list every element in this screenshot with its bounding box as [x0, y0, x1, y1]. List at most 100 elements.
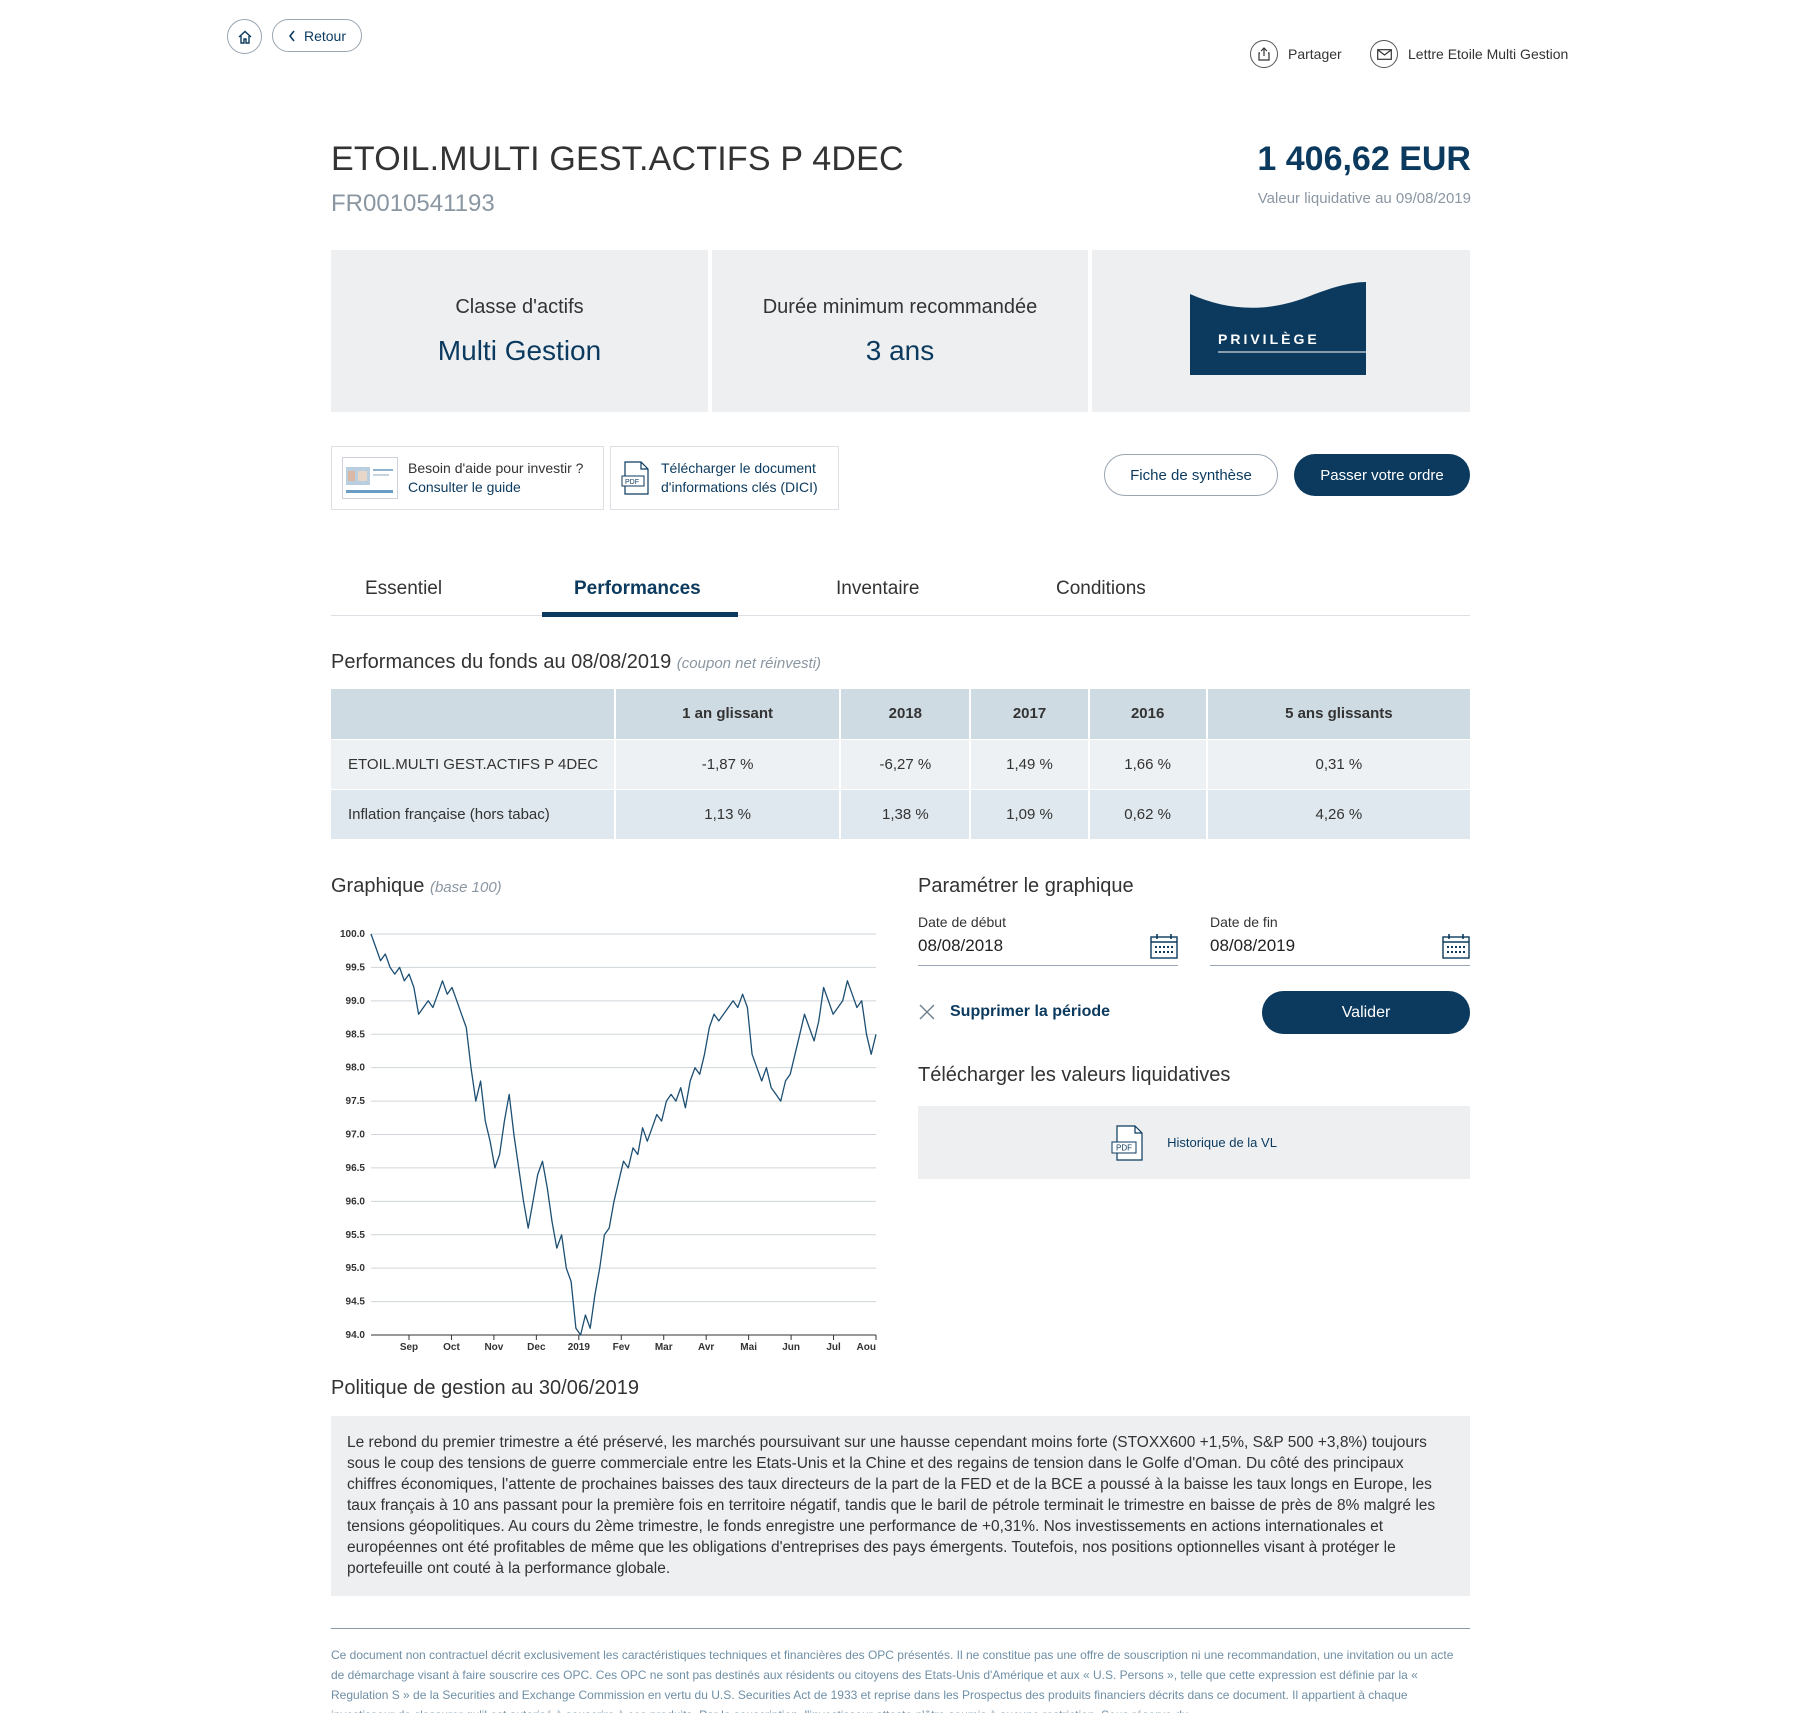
- table-header-empty: [331, 689, 616, 739]
- table-header: 2016: [1088, 689, 1208, 739]
- x-tick-label: Sep: [400, 1342, 418, 1353]
- calendar-icon[interactable]: [1442, 933, 1470, 959]
- chevron-left-icon: [288, 30, 295, 41]
- x-tick-label: Nov: [484, 1342, 503, 1353]
- end-date-field[interactable]: 08/08/2019: [1210, 926, 1470, 966]
- performance-title: Performances du fonds au 08/08/2019 (cou…: [331, 651, 821, 674]
- share-icon: [1250, 40, 1278, 68]
- asset-class-label: Classe d'actifs: [455, 295, 584, 318]
- policy-text-box: Le rebond du premier trimestre a été pré…: [331, 1416, 1470, 1596]
- table-header: 5 ans glissants: [1206, 689, 1470, 739]
- y-tick-label: 100.0: [340, 929, 365, 940]
- share-label: Partager: [1288, 46, 1342, 62]
- mail-icon: [1370, 40, 1398, 68]
- y-tick-label: 95.0: [346, 1263, 366, 1274]
- start-date-value: 08/08/2018: [918, 935, 1004, 955]
- start-date-field[interactable]: 08/08/2018: [918, 926, 1178, 966]
- home-button[interactable]: [227, 19, 262, 54]
- table-cell: 1,13 %: [615, 788, 842, 839]
- tab-essentiel[interactable]: Essentiel: [365, 578, 442, 600]
- privilege-badge: PRIVILÈGE: [1190, 282, 1366, 375]
- newsletter-link[interactable]: Lettre Etoile Multi Gestion: [1370, 40, 1568, 68]
- place-order-button[interactable]: Passer votre ordre: [1294, 454, 1470, 496]
- newsletter-label: Lettre Etoile Multi Gestion: [1408, 46, 1569, 62]
- tab-bar: Essentiel Performances Inventaire Condit…: [331, 560, 1470, 617]
- performance-title-text: Performances du fonds au 08/08/2019: [331, 651, 672, 673]
- validate-button[interactable]: Valider: [1262, 991, 1470, 1034]
- svg-text:PDF: PDF: [1116, 1143, 1132, 1152]
- table-cell: 4,26 %: [1206, 788, 1470, 839]
- table-row: ETOIL.MULTI GEST.ACTIFS P 4DEC -1,87 % -…: [331, 738, 1470, 789]
- duration-value: 3 ans: [865, 334, 935, 366]
- fund-price: 1 406,62 EUR: [1257, 140, 1471, 178]
- performance-chart: 100.0 99.5 99.0 98.5 98.0 97.5 97.0 96.5 96.0 95.…: [340, 929, 877, 1353]
- y-tick-label: 97.0: [346, 1130, 366, 1141]
- legal-disclaimer: Ce document non contractuel décrit exclu…: [331, 1648, 1454, 1713]
- nav-history-link[interactable]: Historique de la VL: [1167, 1135, 1277, 1150]
- back-label: Retour: [303, 27, 347, 44]
- price-date: Valeur liquidative au 09/08/2019: [1257, 190, 1471, 207]
- table-cell: 1,09 %: [970, 788, 1090, 839]
- asset-class-box: Classe d'actifs Multi Gestion: [331, 250, 708, 412]
- chart-subtitle: (base 100): [429, 879, 502, 896]
- synthesis-sheet-button[interactable]: Fiche de synthèse: [1104, 454, 1278, 496]
- share-link[interactable]: Partager: [1250, 40, 1342, 68]
- x-tick-label: Aou: [857, 1342, 876, 1353]
- back-button[interactable]: Retour: [272, 19, 362, 52]
- table-cell: -6,27 %: [840, 738, 972, 789]
- x-tick-label: Mai: [740, 1342, 757, 1353]
- footer-divider: [331, 1628, 1470, 1629]
- table-row: Inflation française (hors tabac) 1,13 % …: [331, 788, 1470, 839]
- y-tick-label: 94.0: [346, 1330, 366, 1341]
- svg-text:PDF: PDF: [625, 479, 639, 486]
- y-tick-label: 97.5: [346, 1096, 366, 1107]
- y-tick-label: 99.5: [346, 962, 366, 973]
- remove-period-button[interactable]: Supprimer la période: [918, 1003, 1110, 1021]
- y-tick-label: 96.5: [346, 1163, 366, 1174]
- table-cell: -1,87 %: [615, 738, 842, 789]
- pdf-icon: PDF: [621, 461, 649, 495]
- pdf-icon: PDF: [1111, 1124, 1143, 1161]
- close-icon: [919, 1004, 935, 1020]
- tab-performances[interactable]: Performances: [574, 578, 701, 600]
- table-cell: 0,62 %: [1088, 788, 1208, 839]
- nav-history-download[interactable]: PDF Historique de la VL: [918, 1106, 1470, 1179]
- performance-table: 1 an glissant 2018 2017 2016 5 ans gliss…: [331, 689, 1470, 839]
- fund-isin: FR0010541193: [331, 190, 495, 217]
- x-tick-label: Fev: [613, 1342, 631, 1353]
- x-tick-label: Oct: [443, 1342, 460, 1353]
- tab-conditions[interactable]: Conditions: [1056, 578, 1146, 600]
- row-label: ETOIL.MULTI GEST.ACTIFS P 4DEC: [331, 738, 616, 789]
- duration-label: Durée minimum recommandée: [762, 295, 1038, 318]
- guide-link[interactable]: Consulter le guide: [408, 478, 583, 497]
- table-header: 2017: [970, 689, 1090, 739]
- end-date-value: 08/08/2019: [1210, 935, 1296, 955]
- chart-title-text: Graphique: [331, 875, 425, 897]
- calendar-icon[interactable]: [1150, 933, 1178, 959]
- row-label: Inflation française (hors tabac): [331, 788, 616, 839]
- x-tick-label: Jul: [826, 1342, 841, 1353]
- y-tick-label: 95.5: [346, 1230, 366, 1241]
- y-tick-label: 98.0: [346, 1063, 366, 1074]
- table-cell: 1,66 %: [1088, 738, 1208, 789]
- duration-box: Durée minimum recommandée 3 ans: [712, 250, 1088, 412]
- y-tick-label: 99.0: [346, 996, 366, 1007]
- performance-subtitle: (coupon net réinvesti): [676, 655, 822, 672]
- tab-inventaire[interactable]: Inventaire: [836, 578, 919, 600]
- dici-download-card[interactable]: PDF Télécharger le document d'informatio…: [610, 446, 839, 510]
- x-tick-label: 2019: [568, 1342, 591, 1353]
- x-tick-label: Jun: [782, 1342, 800, 1353]
- remove-period-label: Supprimer la période: [950, 1003, 1111, 1020]
- x-tick-label: Dec: [527, 1342, 546, 1353]
- active-tab-indicator: [542, 612, 738, 617]
- privilege-badge-text: PRIVILÈGE: [1218, 331, 1320, 347]
- guide-line1: Besoin d'aide pour investir ?: [408, 460, 584, 476]
- x-tick-label: Avr: [698, 1342, 714, 1353]
- investment-guide-card[interactable]: Besoin d'aide pour investir ? Consulter …: [331, 446, 604, 510]
- table-cell: 1,38 %: [840, 788, 972, 839]
- policy-text: Le rebond du premier trimestre a été pré…: [347, 1434, 1436, 1577]
- dici-line1: Télécharger le document: [661, 460, 816, 476]
- guide-thumbnail-icon: [342, 457, 398, 499]
- policy-title: Politique de gestion au 30/06/2019: [331, 1377, 640, 1399]
- fund-name: ETOIL.MULTI GEST.ACTIFS P 4DEC: [331, 140, 904, 178]
